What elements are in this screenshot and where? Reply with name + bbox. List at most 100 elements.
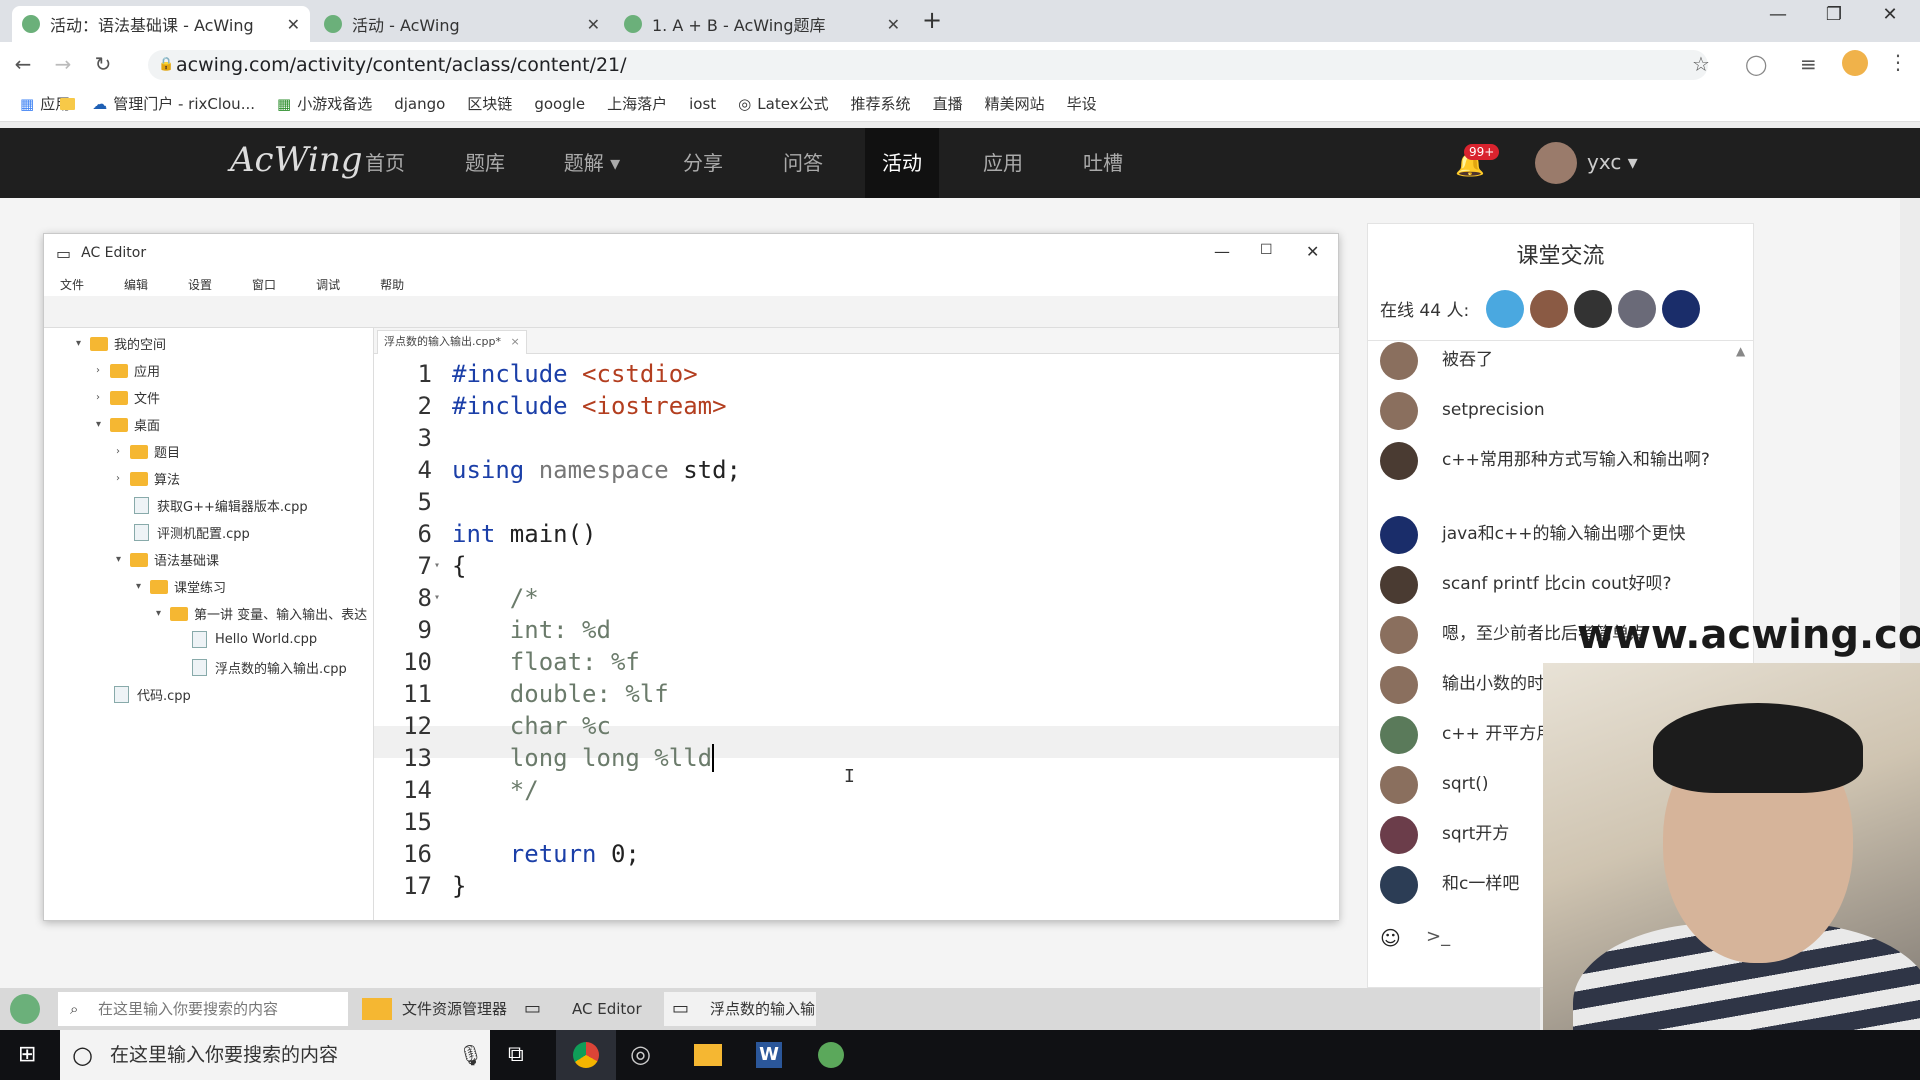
nav-apps[interactable]: 应用: [968, 128, 1038, 198]
tree-node[interactable]: › 题目: [116, 442, 180, 461]
chat-divider: [1368, 340, 1753, 341]
restore-window-icon[interactable]: ❐: [1814, 4, 1854, 25]
close-file-tab-icon[interactable]: ×: [511, 335, 520, 348]
tree-node[interactable]: ▾ 语法基础课: [116, 550, 219, 569]
bookmark-folder[interactable]: 上海落户: [60, 93, 667, 114]
minimize-window-icon[interactable]: —: [1758, 4, 1798, 25]
tree-file[interactable]: 浮点数的输入输出.cpp: [192, 658, 347, 677]
word-icon[interactable]: W: [756, 1042, 782, 1068]
acwing-start-icon[interactable]: [10, 994, 40, 1024]
nav-feedback[interactable]: 吐槽: [1068, 128, 1138, 198]
browser-tab[interactable]: 活动 - AcWing ✕: [314, 6, 610, 42]
microphone-icon[interactable]: 🎙: [458, 1030, 483, 1080]
browser-tab[interactable]: 1. A + B - AcWing题库 ✕: [614, 6, 910, 42]
command-icon[interactable]: >_: [1426, 926, 1450, 947]
forward-icon[interactable]: →: [46, 52, 80, 76]
emoji-icon[interactable]: ☺: [1380, 926, 1401, 950]
extension-icon[interactable]: ◯: [1745, 52, 1767, 76]
code-editor[interactable]: 1 #include <cstdio> 2 #include <iostream…: [374, 354, 1339, 920]
inner-search-box[interactable]: ⌕ 在这里输入你要搜索的内容: [58, 992, 348, 1026]
acwing-logo[interactable]: AcWing: [230, 140, 362, 180]
menu-help[interactable]: 帮助: [380, 276, 404, 293]
bookmark-folder[interactable]: django: [60, 95, 445, 113]
bookmark-folder[interactable]: 毕设: [60, 93, 1097, 114]
bookmark-folder[interactable]: 精美网站: [60, 93, 1045, 114]
menu-edit[interactable]: 编辑: [124, 276, 148, 293]
tree-file[interactable]: Hello World.cpp: [192, 631, 317, 648]
editor-minimize-icon[interactable]: —: [1214, 242, 1230, 261]
menu-window[interactable]: 窗口: [252, 276, 276, 293]
fold-arrow-icon[interactable]: ▾: [434, 560, 440, 571]
line-number: 6: [417, 520, 432, 548]
back-icon[interactable]: ←: [6, 52, 40, 76]
editor-file-tab[interactable]: 浮点数的输入输出.cpp* ×: [377, 330, 527, 354]
nav-activity[interactable]: 活动: [865, 128, 939, 198]
media-control-icon[interactable]: ≡: [1800, 52, 1817, 76]
editor-maximize-icon[interactable]: ☐: [1260, 242, 1273, 258]
tree-file[interactable]: 代码.cpp: [114, 685, 191, 704]
online-user-avatar[interactable]: [1574, 290, 1612, 328]
tree-file[interactable]: 评测机配置.cpp: [134, 523, 250, 542]
tree-node[interactable]: › 算法: [116, 469, 180, 488]
code-line: /*: [452, 584, 539, 612]
bookmark-star-icon[interactable]: ☆: [1692, 52, 1710, 76]
nav-home[interactable]: 首页: [350, 128, 420, 198]
tree-node[interactable]: ▾ 第一讲 变量、输入输出、表达: [156, 604, 367, 623]
tree-file[interactable]: 获取G++编辑器版本.cpp: [134, 496, 308, 515]
taskbar-file-explorer[interactable]: 文件资源管理器: [358, 992, 510, 1026]
new-tab-icon[interactable]: +: [922, 6, 942, 34]
tree-node[interactable]: ▾ 课堂练习: [136, 577, 226, 596]
nav-solutions[interactable]: 题解 ▾: [552, 128, 632, 198]
user-avatar[interactable]: [1535, 142, 1577, 184]
menu-settings[interactable]: 设置: [188, 276, 212, 293]
tree-label: 题目: [154, 446, 181, 461]
close-tab-icon[interactable]: ✕: [887, 15, 900, 34]
menu-file[interactable]: 文件: [60, 276, 84, 293]
online-user-avatar[interactable]: [1530, 290, 1568, 328]
taskbar-ac-editor[interactable]: ▭ AC Editor: [518, 992, 658, 1026]
tree-node[interactable]: › 应用: [96, 361, 160, 380]
folder-icon: [130, 444, 148, 459]
nav-share[interactable]: 分享: [668, 128, 738, 198]
scroll-up-icon[interactable]: ▲: [1736, 344, 1745, 358]
bookmark-item[interactable]: ☁ 管理门户 - rixClou...: [92, 93, 255, 114]
bookmark-item[interactable]: ◎ Latex公式: [738, 93, 828, 114]
fold-arrow-icon[interactable]: ▾: [434, 592, 440, 603]
editor-close-icon[interactable]: ✕: [1306, 242, 1319, 261]
bookmark-folder[interactable]: 区块链: [60, 93, 512, 114]
profile-icon[interactable]: [1842, 50, 1868, 76]
taskbar-editor-file[interactable]: ▭ 浮点数的输入输: [664, 992, 816, 1026]
tab-title: 1. A + B - AcWing题库: [652, 16, 826, 35]
bookmark-folder[interactable]: 推荐系统: [60, 93, 911, 114]
username-dropdown[interactable]: yxc ▾: [1587, 150, 1638, 174]
bookmark-item[interactable]: ▦ 小游戏备选: [277, 93, 372, 114]
tree-node[interactable]: ▾ 我的空间: [76, 334, 166, 353]
close-tab-icon[interactable]: ✕: [587, 15, 600, 34]
obs-icon[interactable]: ◎: [630, 1040, 651, 1068]
app-globe-icon[interactable]: [818, 1042, 844, 1068]
task-view-icon[interactable]: ⧉: [508, 1042, 524, 1067]
tree-node[interactable]: › 文件: [96, 388, 160, 407]
windows-search-box[interactable]: ○ 在这里输入你要搜索的内容 🎙: [60, 1030, 490, 1080]
tree-label: 文件: [134, 392, 161, 407]
browser-tab-active[interactable]: 活动：语法基础课 - AcWing ✕: [12, 6, 310, 42]
tree-node[interactable]: ▾ 桌面: [96, 415, 160, 434]
online-user-avatar[interactable]: [1662, 290, 1700, 328]
menu-debug[interactable]: 调试: [316, 276, 340, 293]
close-window-icon[interactable]: ✕: [1870, 4, 1910, 25]
bookmark-folder[interactable]: iost: [60, 95, 716, 113]
close-tab-icon[interactable]: ✕: [287, 15, 300, 34]
nav-problems[interactable]: 题库: [450, 128, 520, 198]
online-user-avatar[interactable]: [1618, 290, 1656, 328]
reload-icon[interactable]: ↻: [86, 52, 120, 76]
online-user-avatar[interactable]: [1486, 290, 1524, 328]
file-explorer-icon[interactable]: [694, 1044, 722, 1066]
avatar: [1380, 616, 1418, 654]
nav-qa[interactable]: 问答: [768, 128, 838, 198]
bookmark-folder[interactable]: 直播: [60, 93, 963, 114]
windows-start-icon[interactable]: ⊞: [18, 1042, 36, 1067]
chrome-menu-icon[interactable]: ⋮: [1888, 50, 1908, 74]
chrome-taskbar-button[interactable]: [556, 1030, 616, 1080]
url-bar[interactable]: 🔒 acwing.com/activity/content/aclass/con…: [148, 50, 1708, 80]
bookmark-folder[interactable]: google: [60, 95, 585, 113]
